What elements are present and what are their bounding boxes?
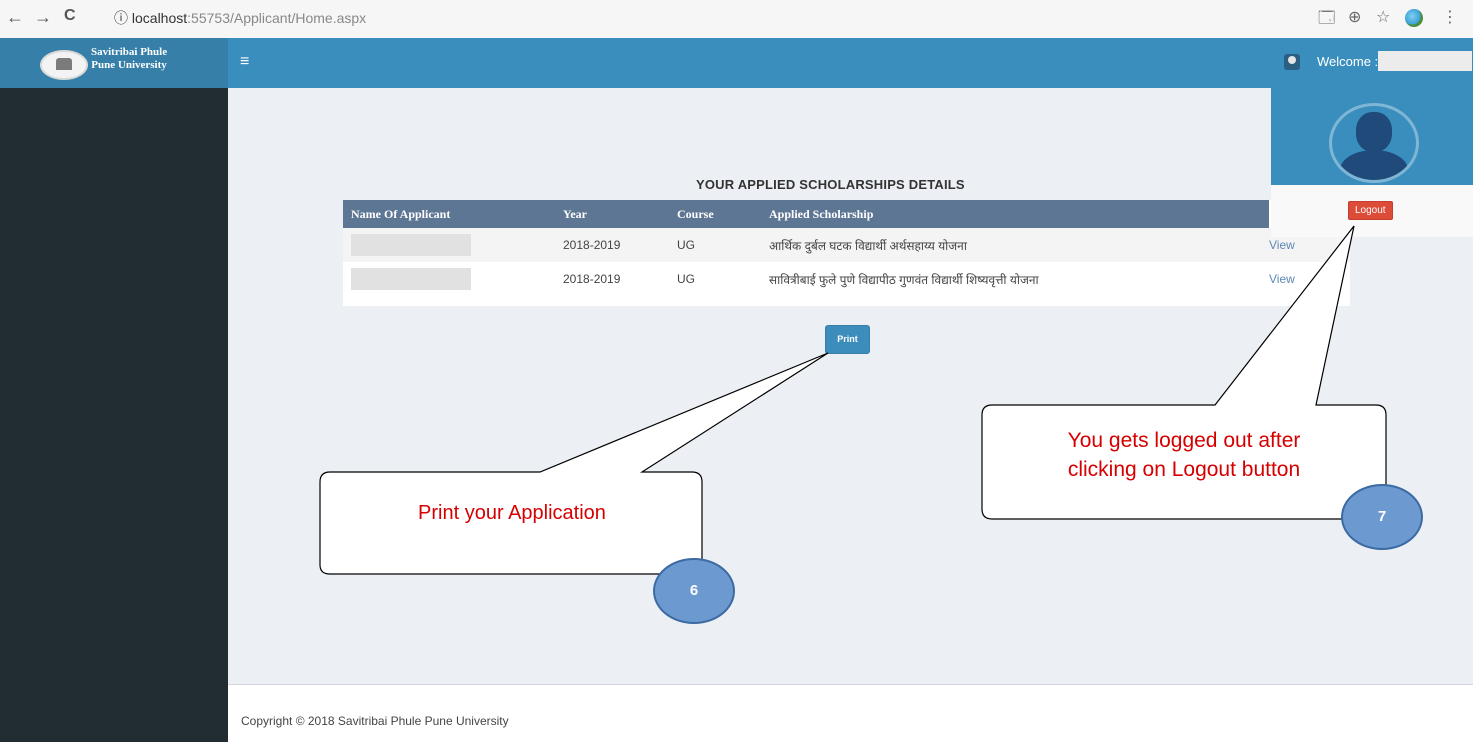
logout-callout-line-2: clicking on Logout button bbox=[1067, 458, 1301, 481]
logout-callout-line-1: You gets logged out after bbox=[1067, 429, 1301, 452]
callout-overlay bbox=[319, 225, 1387, 575]
print-callout-text: Print your Application bbox=[418, 502, 606, 524]
print-callout-bubble bbox=[319, 352, 829, 575]
step-badge-7: 7 bbox=[1341, 484, 1423, 550]
step-badge-6: 6 bbox=[653, 558, 735, 624]
logout-callout-text: You gets logged out after clicking on Lo… bbox=[982, 426, 1386, 484]
